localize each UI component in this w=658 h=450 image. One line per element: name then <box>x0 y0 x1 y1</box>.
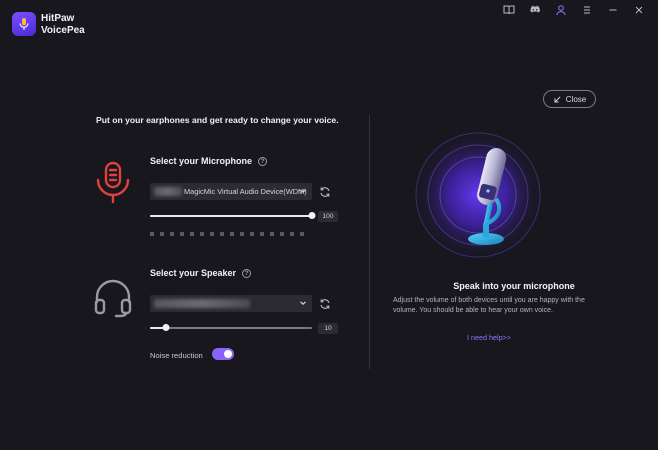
slider-thumb[interactable] <box>162 324 170 331</box>
microphone-selected-device: MagicMic Virtual Audio Device(WDM) <box>184 187 307 196</box>
speaker-select[interactable] <box>150 295 312 312</box>
discord-icon <box>530 5 540 13</box>
guide-button[interactable] <box>496 2 522 18</box>
arrow-down-left-icon <box>554 95 561 103</box>
toggle-knob <box>224 350 232 358</box>
account-button[interactable] <box>548 2 574 18</box>
close-button-label: Close <box>565 94 587 104</box>
minimize-button[interactable] <box>600 2 626 18</box>
menu-button[interactable] <box>574 2 600 18</box>
level-segment <box>240 232 244 236</box>
microphone-icon <box>96 161 130 204</box>
speaker-title-text: Select your Speaker <box>150 268 237 278</box>
level-segment <box>180 232 184 236</box>
microphone-title-text: Select your Microphone <box>150 156 253 166</box>
slider-track <box>150 327 312 329</box>
level-segment <box>170 232 174 236</box>
speaker-section-title: Select your Speaker ? <box>150 268 252 278</box>
level-segment <box>280 232 284 236</box>
microphone-logo-icon <box>19 18 29 30</box>
menu-icon <box>584 6 590 14</box>
level-segment <box>230 232 234 236</box>
microphone-illustration <box>410 127 546 263</box>
blurred-text <box>154 187 182 196</box>
minimize-icon <box>609 9 617 11</box>
microphone-section-title: Select your Microphone ? <box>150 156 268 166</box>
user-icon <box>556 5 566 16</box>
close-window-icon <box>635 6 643 14</box>
window-controls <box>496 2 652 18</box>
microphone-volume-value: 100 <box>318 211 338 222</box>
level-segment <box>290 232 294 236</box>
question-icon[interactable]: ? <box>242 268 252 278</box>
question-icon[interactable]: ? <box>258 156 268 166</box>
app-name: HitPaw VoicePea <box>41 13 101 37</box>
level-segment <box>200 232 204 236</box>
need-help-link[interactable]: I need help>> <box>370 333 608 342</box>
headphones-icon <box>94 279 132 318</box>
level-segment <box>210 232 214 236</box>
microphone-select[interactable]: MagicMic Virtual Audio Device(WDM) <box>150 183 312 200</box>
speaker-volume-value: 10 <box>318 323 338 334</box>
book-icon <box>503 5 515 15</box>
hero-description: Adjust the volume of both devices until … <box>393 297 585 314</box>
app-logo <box>12 12 36 36</box>
level-segment <box>160 232 164 236</box>
page-headline: Put on your earphones and get ready to c… <box>96 115 339 125</box>
app-name-line2: VoicePea <box>41 25 85 36</box>
noise-reduction-label: Noise reduction <box>150 351 203 360</box>
chevron-down-icon <box>300 189 306 193</box>
refresh-icon[interactable] <box>319 298 331 310</box>
level-segment <box>300 232 304 236</box>
discord-button[interactable] <box>522 2 548 18</box>
level-segment <box>250 232 254 236</box>
vertical-divider <box>369 115 370 369</box>
microphone-level-meter <box>150 232 304 236</box>
close-window-button[interactable] <box>626 2 652 18</box>
close-button[interactable]: Close <box>543 90 596 108</box>
level-segment <box>190 232 194 236</box>
level-segment <box>220 232 224 236</box>
level-segment <box>270 232 274 236</box>
blurred-text <box>154 299 250 308</box>
microphone-volume-slider[interactable] <box>150 211 316 221</box>
slider-thumb[interactable] <box>308 212 316 219</box>
hero-title: Speak into your microphone <box>453 281 575 291</box>
slider-fill <box>150 215 312 217</box>
chevron-down-icon <box>300 301 306 305</box>
refresh-icon[interactable] <box>319 186 331 198</box>
noise-reduction-toggle[interactable] <box>212 348 234 360</box>
app-name-line1: HitPaw <box>41 13 75 24</box>
speaker-volume-slider[interactable] <box>150 323 312 333</box>
level-segment <box>150 232 154 236</box>
level-segment <box>260 232 264 236</box>
